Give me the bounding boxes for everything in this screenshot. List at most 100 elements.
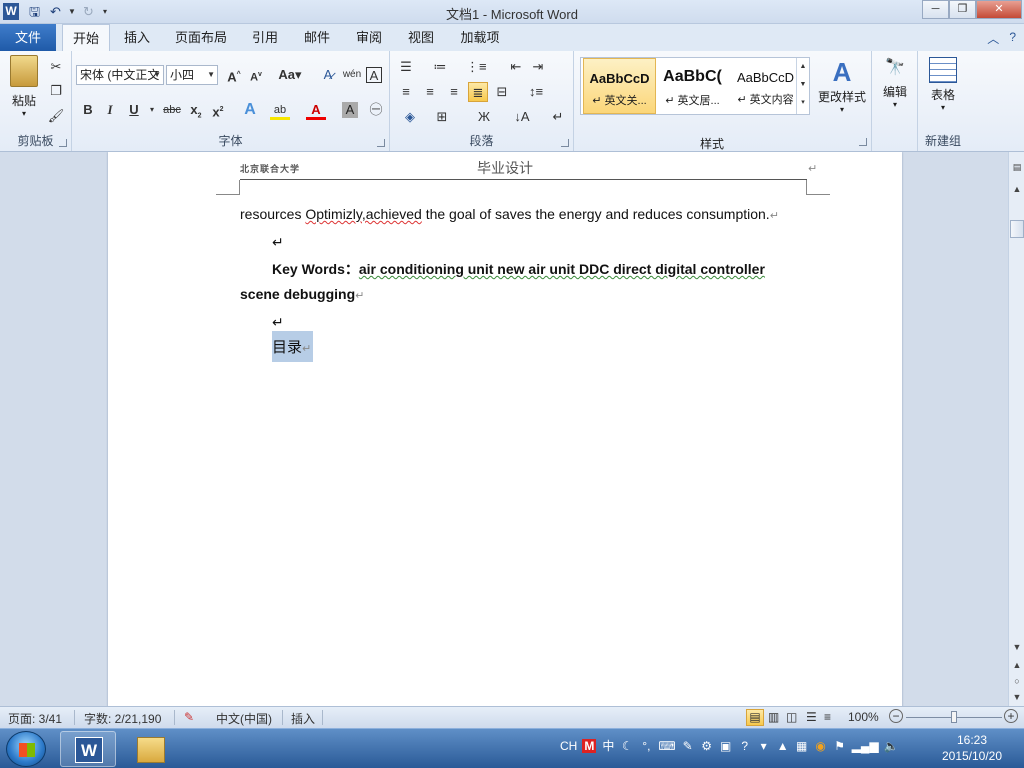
ime-settings-icon[interactable]: ▣ [719, 739, 733, 753]
change-styles-button[interactable]: A 更改样式 ▾ [814, 57, 870, 114]
print-layout-icon[interactable]: ▤ [746, 709, 764, 726]
bold-icon[interactable]: B [78, 100, 98, 120]
distributed-icon[interactable]: ⊟ [492, 82, 512, 102]
text-effects-icon[interactable]: A [240, 100, 260, 120]
clipboard-launcher[interactable] [59, 139, 67, 147]
numbering-icon[interactable]: ≔ [430, 57, 450, 77]
copy-icon[interactable]: ❐ [46, 81, 66, 101]
zoom-level[interactable]: 100% [848, 710, 879, 724]
show-marks-icon[interactable]: ↵ [548, 107, 568, 127]
align-right-icon[interactable]: ≡ [444, 82, 464, 102]
cut-icon[interactable]: ✂ [46, 57, 66, 77]
language-indicator[interactable]: 中文(中国) [216, 710, 272, 727]
multilevel-list-icon[interactable]: ⋮≡ [466, 57, 487, 77]
next-page-icon[interactable]: ▼ [1010, 690, 1024, 704]
tab-file[interactable]: 文件 [0, 24, 56, 51]
zoom-in-icon[interactable]: + [1004, 709, 1018, 723]
ime-dropdown-icon[interactable]: ▾ [757, 739, 771, 753]
page-count[interactable]: 页面: 3/41 [8, 710, 62, 727]
proofing-icon[interactable]: ✎ [184, 710, 194, 724]
select-browse-object-icon[interactable]: ○ [1010, 674, 1024, 688]
minimize-ribbon-icon[interactable]: ︿ [987, 30, 999, 47]
full-screen-reading-icon[interactable]: ▥ [768, 710, 779, 724]
misspelled-word[interactable]: Optimizly,achieved [305, 206, 421, 222]
grow-font-icon[interactable]: A^ [224, 65, 244, 85]
input-language[interactable]: CH [560, 739, 577, 753]
ruler-toggle-icon[interactable]: ▤ [1010, 160, 1024, 174]
subscript-icon[interactable]: x2 [186, 100, 206, 120]
draft-icon[interactable]: ≡ [824, 710, 831, 724]
ime-skin-icon[interactable]: ✎ [681, 739, 695, 753]
strikethrough-icon[interactable]: abc [160, 100, 184, 120]
scroll-down-icon[interactable]: ▼ [1010, 640, 1024, 654]
help-icon[interactable]: ? [1009, 30, 1016, 47]
zoom-slider-thumb[interactable] [951, 711, 957, 723]
web-layout-icon[interactable]: ◫ [786, 710, 797, 724]
paragraph-launcher[interactable] [561, 139, 569, 147]
align-left-icon[interactable]: ≡ [396, 82, 416, 102]
chinese-layout-icon[interactable]: Ж [474, 107, 494, 127]
style-item-english-content[interactable]: AaBbCcD ↵ 英文内容 [729, 58, 802, 114]
vertical-scrollbar[interactable]: ▤ ▲ ▼ ▲ ○ ▼ [1008, 152, 1024, 706]
paste-button[interactable]: 粘贴 ▾ [6, 55, 42, 118]
character-border-icon[interactable]: A [366, 67, 382, 83]
restore-button[interactable]: ❐ [949, 0, 976, 19]
previous-page-icon[interactable]: ▲ [1010, 658, 1024, 672]
tab-addins[interactable]: 加载项 [452, 24, 508, 51]
scroll-thumb[interactable] [1010, 220, 1024, 238]
change-case-icon[interactable]: Aa▾ [276, 65, 304, 85]
style-item-english-title[interactable]: AaBbCcD ↵ 英文关... [583, 58, 656, 114]
close-button[interactable]: ✕ [976, 0, 1022, 19]
font-size-combo[interactable]: 小四 ▼ [166, 65, 218, 85]
styles-gallery-scroll[interactable]: ▲ ▼ ▾ [796, 58, 809, 114]
underline-dropdown-icon[interactable]: ▾ [142, 100, 162, 120]
scroll-up-icon[interactable]: ▲ [1010, 182, 1024, 196]
styles-launcher[interactable] [859, 138, 867, 146]
tab-insert[interactable]: 插入 [116, 24, 158, 51]
tab-page-layout[interactable]: 页面布局 [168, 24, 234, 51]
table-button[interactable]: 表格 ▾ [922, 57, 964, 112]
security-icon[interactable]: ◉ [814, 739, 828, 753]
font-color-icon[interactable]: A [306, 100, 326, 120]
tab-view[interactable]: 视图 [400, 24, 442, 51]
decrease-indent-icon[interactable]: ⇤ [506, 57, 526, 77]
show-hidden-icons-icon[interactable]: ▲ [776, 739, 790, 753]
clear-formatting-icon[interactable]: A̷ [318, 65, 338, 85]
justify-icon[interactable]: ≣ [468, 82, 488, 102]
toc-heading[interactable]: 目录↵ [272, 331, 314, 362]
italic-icon[interactable]: I [100, 100, 120, 120]
word-count[interactable]: 字数: 2/21,190 [84, 710, 161, 727]
line-spacing-icon[interactable]: ↕≡ [526, 82, 546, 102]
format-painter-icon[interactable]: 🖌 [46, 106, 66, 126]
highlight-icon[interactable]: ab [270, 100, 290, 120]
ime-moon-icon[interactable]: ☾ [620, 739, 634, 753]
outline-icon[interactable]: ☰ [806, 710, 817, 724]
tab-review[interactable]: 审阅 [348, 24, 390, 51]
shading-icon[interactable]: ◈ [400, 107, 420, 127]
sort-icon[interactable]: ↓A [512, 107, 532, 127]
insert-mode[interactable]: 插入 [291, 710, 315, 727]
borders-icon[interactable]: ⊞ [432, 107, 452, 127]
taskbar-explorer[interactable] [122, 731, 178, 767]
ime-keyboard-icon[interactable]: ⌨ [658, 739, 675, 753]
taskbar-word[interactable]: W [60, 731, 116, 767]
action-center-icon[interactable]: ⚑ [833, 739, 847, 753]
tab-references[interactable]: 引用 [244, 24, 286, 51]
zoom-out-icon[interactable]: − [889, 709, 903, 723]
style-item-english-center[interactable]: AaBbC( ↵ 英文居... [656, 58, 729, 114]
tab-mailings[interactable]: 邮件 [296, 24, 338, 51]
ime-tools-icon[interactable]: ⚙ [700, 739, 714, 753]
increase-indent-icon[interactable]: ⇥ [528, 57, 548, 77]
ime-help-icon[interactable]: ? [738, 739, 752, 753]
minimize-button[interactable]: ─ [922, 0, 949, 19]
document-page[interactable]: 北京联合大学 毕业设计 ↵ resources Optimizly,achiev… [108, 152, 902, 706]
clock[interactable]: 16:23 2015/10/20 [930, 732, 1014, 764]
signal-icon[interactable]: ▂▄▆ [852, 739, 879, 753]
volume-icon[interactable]: 🔈 [884, 739, 899, 753]
enclose-characters-icon[interactable]: ㊀ [366, 100, 386, 120]
network-monitor-icon[interactable]: ▦ [795, 739, 809, 753]
font-name-combo[interactable]: 宋体 (中文正文 ▼ [76, 65, 164, 85]
start-button[interactable] [6, 731, 46, 767]
ime-chinese-icon[interactable]: 中 [601, 737, 615, 754]
tab-home[interactable]: 开始 [62, 24, 110, 51]
